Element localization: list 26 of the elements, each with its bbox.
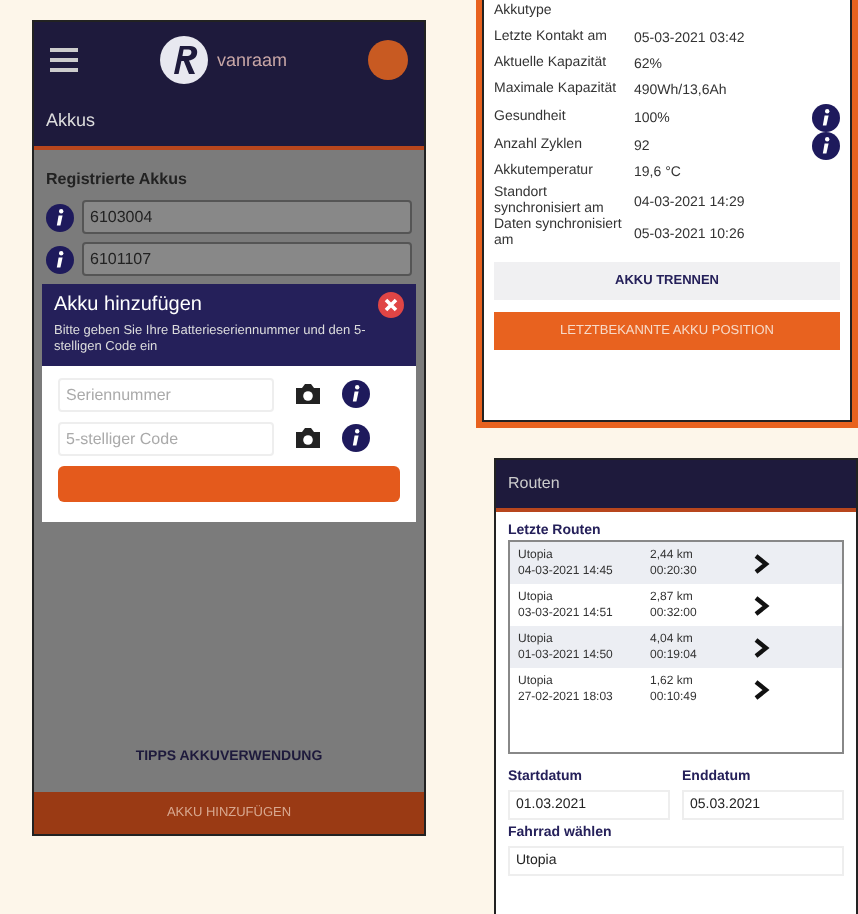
info-icon[interactable] xyxy=(812,132,840,160)
avatar-icon[interactable] xyxy=(367,40,408,80)
close-icon[interactable] xyxy=(378,292,404,318)
input-field[interactable]: 5-stelliger Code xyxy=(58,421,274,456)
input-field[interactable]: Seriennummer xyxy=(58,377,274,412)
camera-icon[interactable] xyxy=(294,382,322,407)
battery-field[interactable]: 6103004 xyxy=(82,200,412,234)
info-icon[interactable] xyxy=(812,104,840,132)
logo-icon xyxy=(158,34,211,86)
menu-icon[interactable] xyxy=(50,48,78,72)
chevron-icon xyxy=(754,637,770,657)
chevron-icon xyxy=(754,595,770,615)
info-icon[interactable] xyxy=(46,245,74,273)
page-title: Akkus xyxy=(46,110,96,130)
info-icon[interactable] xyxy=(342,424,370,453)
section-title: Registrierte Akkus xyxy=(46,170,189,188)
info-icon[interactable] xyxy=(46,203,74,231)
page-title: Routen xyxy=(508,474,560,492)
submit-button[interactable] xyxy=(58,465,400,502)
dialog-title: Akku hinzufügen xyxy=(54,294,202,316)
chevron-icon xyxy=(754,553,770,573)
info-icon[interactable] xyxy=(342,380,370,409)
logo-text: vanraam xyxy=(216,50,287,70)
battery-field[interactable]: 6101107 xyxy=(82,242,412,276)
chevron-icon xyxy=(754,679,770,699)
camera-icon[interactable] xyxy=(294,426,322,451)
